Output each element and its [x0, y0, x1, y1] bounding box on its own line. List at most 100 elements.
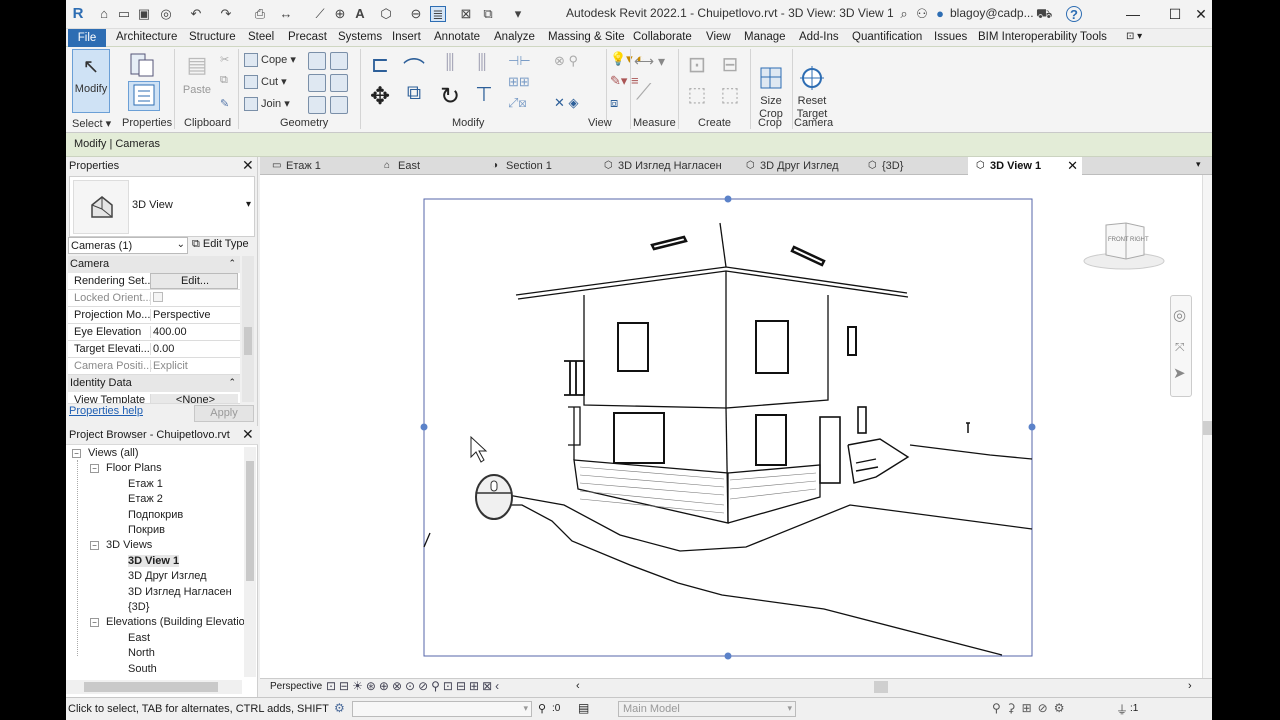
tab-view-default-3d[interactable]: ⬡ {3D} — [860, 157, 964, 175]
tab-manage[interactable]: Manage — [744, 31, 786, 43]
edit-rendering-button[interactable]: Edit... — [150, 273, 238, 289]
array-icon[interactable]: ⊞⊞ — [508, 74, 530, 90]
viewcube-right[interactable]: RIGHT — [1130, 237, 1149, 243]
delete-icon[interactable]: ✕ ◈ — [554, 95, 579, 111]
override-graphics-icon[interactable]: ✎▾ ≡ — [610, 73, 639, 89]
cart-icon[interactable]: ⛟ — [1036, 6, 1052, 22]
browser-node[interactable]: South — [128, 663, 157, 675]
tag-icon[interactable]: ⊕ — [332, 6, 348, 22]
align-icon[interactable]: ⊏ — [366, 51, 394, 79]
close-browser-icon[interactable]: ✕ — [242, 426, 254, 443]
default-3d-icon[interactable]: ⬡ — [378, 6, 394, 22]
search-icon[interactable]: ⌕ — [896, 6, 912, 22]
cope-button[interactable]: Cope ▾ — [244, 53, 296, 68]
binoculars-icon[interactable]: ⚇ — [914, 6, 930, 22]
maximize-button[interactable]: ☐ — [1164, 4, 1186, 24]
tab-view-3d-view-1[interactable]: ⬡ 3D View 1 ✕ — [968, 157, 1082, 175]
measure-between-icon[interactable]: ⟷ ▾ — [634, 53, 665, 70]
properties-toggle-icon[interactable] — [128, 81, 160, 111]
zoom-icon[interactable]: ⤧ — [1175, 340, 1185, 355]
close-hidden-icon[interactable]: ⊠ — [458, 6, 474, 22]
expand-toggle-icon[interactable]: − — [72, 449, 81, 458]
browser-node[interactable]: North — [128, 647, 155, 659]
properties-scroll-thumb[interactable] — [244, 327, 252, 355]
beam-join-icon[interactable] — [308, 96, 326, 114]
design-options-icon[interactable]: ▤ — [578, 701, 589, 715]
browser-node[interactable]: 3D Изглед Нагласен — [128, 586, 232, 598]
tab-annotate[interactable]: Annotate — [434, 31, 480, 43]
filter-icon[interactable]: ⏚ — [1116, 701, 1128, 718]
ribbon-minimize-icon[interactable]: ⊡ ▾ — [1126, 31, 1142, 42]
locked-orientation-checkbox[interactable] — [153, 292, 163, 302]
edit-type-button[interactable]: ⧉ Edit Type — [192, 238, 249, 251]
tab-add-ins[interactable]: Add-Ins — [799, 31, 839, 43]
tab-systems[interactable]: Systems — [338, 31, 382, 43]
browser-scroll-thumb[interactable] — [246, 461, 254, 581]
linework-icon[interactable]: ⧈ — [610, 95, 618, 111]
mirror-draw-icon[interactable]: ⫼ — [468, 51, 496, 79]
tab-view-section-1[interactable]: ◑ Section 1 — [484, 157, 590, 175]
selection-toggle-icons[interactable]: ⚲⚳⊞⊘⚙ — [992, 701, 1070, 715]
modify-button[interactable]: ↖ Modify — [72, 49, 110, 113]
type-properties-icon[interactable] — [126, 51, 158, 81]
split-icon[interactable]: ⊣⊢ — [508, 53, 531, 69]
tab-precast[interactable]: Precast — [288, 31, 327, 43]
paint-icon[interactable] — [308, 74, 326, 92]
panel-label-select[interactable]: Select ▾ — [72, 117, 111, 130]
instance-filter-select[interactable]: Cameras (1) ⌄ — [68, 237, 188, 254]
tab-view-3d-izgled-naglasen[interactable]: ⬡ 3D Изглед Нагласен — [596, 157, 732, 175]
sync-icon[interactable]: ◎ — [158, 6, 174, 22]
apply-button[interactable]: Apply — [194, 405, 254, 422]
browser-node[interactable]: Floor Plans — [106, 462, 162, 474]
browser-node[interactable]: Views (all) — [88, 447, 139, 459]
browser-node[interactable]: East — [128, 632, 150, 644]
section-icon[interactable]: ⊖ — [408, 6, 424, 22]
text-icon[interactable]: A — [352, 6, 368, 22]
browser-node[interactable]: {3D} — [128, 601, 149, 613]
tab-steel[interactable]: Steel — [248, 31, 274, 43]
reset-target-button[interactable]: Reset Target — [794, 51, 830, 120]
help-icon[interactable]: ? — [1066, 6, 1082, 22]
prop-view-template[interactable]: View Template <None> — [68, 392, 240, 404]
save-icon[interactable]: ▣ — [136, 6, 152, 22]
create-similar-icon[interactable]: ⬚ — [716, 81, 744, 109]
view-control-icons[interactable]: ⊡⊟☀⊛⊕⊗⊙⊘⚲⊡⊟⊞⊠‹ — [326, 679, 502, 693]
steering-wheel-icon[interactable]: ◎ — [1173, 306, 1186, 324]
aligned-dimension-icon[interactable]: ⟋ — [636, 79, 651, 105]
browser-node[interactable]: Подпокрив — [128, 509, 183, 521]
undo-icon[interactable]: ↶ — [188, 6, 204, 22]
canvas-vscrollbar[interactable] — [1202, 175, 1212, 678]
tab-view-etazh-1[interactable]: ▭ Етаж 1 — [264, 157, 372, 175]
revit-logo-icon[interactable]: R — [70, 6, 86, 22]
match-type-icon[interactable]: ✎ — [220, 97, 229, 110]
prop-rendering-settings[interactable]: Rendering Set... Edit... — [68, 273, 240, 290]
split-face-icon[interactable] — [330, 52, 348, 70]
browser-node[interactable]: 3D View 1 — [128, 554, 180, 567]
move-icon[interactable]: ✥ — [366, 81, 394, 110]
open-folder-icon[interactable]: ▭ — [116, 6, 132, 22]
measure-icon[interactable]: ↔ — [278, 6, 294, 22]
demolish-icon[interactable] — [330, 74, 348, 92]
chevron-down-icon[interactable]: ▾ — [246, 199, 251, 210]
prop-projection-mode[interactable]: Projection Mo... Perspective — [68, 307, 240, 324]
tab-structure[interactable]: Structure — [189, 31, 236, 43]
prop-camera-position[interactable]: Camera Positi... Explicit — [68, 358, 240, 375]
tab-massing-site[interactable]: Massing & Site — [548, 31, 625, 43]
projection-label[interactable]: Perspective — [270, 681, 322, 692]
create-parts-icon[interactable]: ⊟ — [716, 51, 744, 79]
create-group-icon[interactable]: ⬚ — [682, 81, 712, 109]
tab-view[interactable]: View — [706, 31, 731, 43]
minimize-button[interactable]: — — [1122, 4, 1144, 24]
customize-qat-icon[interactable]: ▾ — [510, 6, 526, 22]
worksets-icon[interactable]: ⚙ — [334, 701, 345, 715]
redo-icon[interactable]: ↷ — [218, 6, 234, 22]
copy-clipboard-icon[interactable]: ⧉ — [220, 74, 228, 87]
join-button[interactable]: Join ▾ — [244, 97, 290, 112]
paste-button[interactable]: ▤ Paste — [180, 51, 214, 107]
dimension-icon[interactable]: ⟋ — [312, 6, 328, 22]
expand-toggle-icon[interactable]: − — [90, 541, 99, 551]
browser-node[interactable]: 3D Views — [106, 539, 152, 551]
cut-clipboard-icon[interactable]: ✂ — [220, 53, 229, 66]
tab-insert[interactable]: Insert — [392, 31, 421, 43]
browser-node[interactable]: Етаж 2 — [128, 493, 163, 505]
